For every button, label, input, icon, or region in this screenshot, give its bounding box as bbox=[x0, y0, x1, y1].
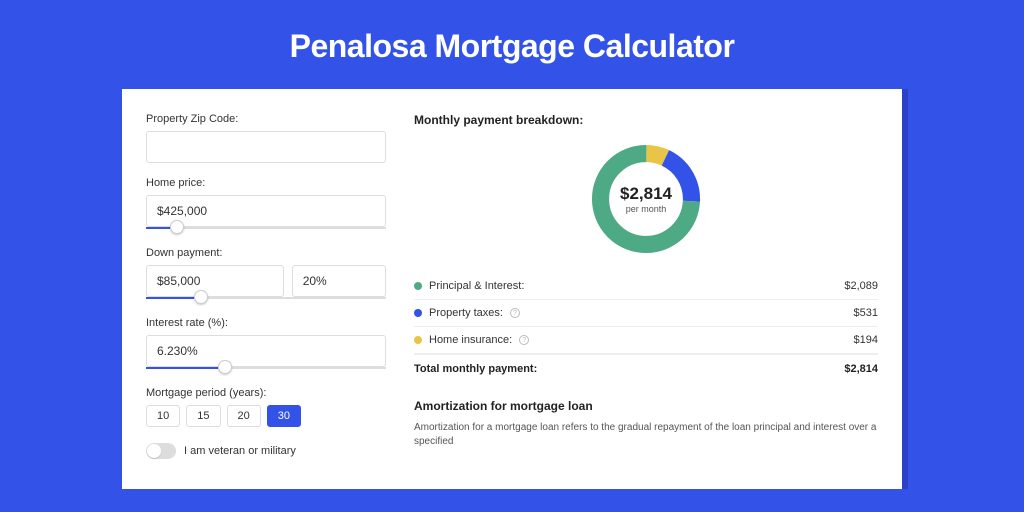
amortization-title: Amortization for mortgage loan bbox=[414, 399, 878, 413]
period-group: Mortgage period (years): 10 15 20 30 bbox=[146, 387, 386, 427]
amortization-text: Amortization for a mortgage loan refers … bbox=[414, 421, 878, 449]
home-price-label: Home price: bbox=[146, 177, 386, 189]
donut-chart: $2,814 per month bbox=[586, 139, 706, 259]
breakdown-row-insurance: Home insurance: ? $194 bbox=[414, 327, 878, 354]
info-icon[interactable]: ? bbox=[510, 308, 520, 318]
zip-field-group: Property Zip Code: bbox=[146, 113, 386, 163]
home-price-group: Home price: bbox=[146, 177, 386, 233]
down-payment-group: Down payment: bbox=[146, 247, 386, 303]
breakdown-label: Property taxes: bbox=[429, 307, 503, 319]
zip-label: Property Zip Code: bbox=[146, 113, 386, 125]
donut-center: $2,814 per month bbox=[620, 184, 672, 214]
veteran-label: I am veteran or military bbox=[184, 445, 296, 457]
period-label: Mortgage period (years): bbox=[146, 387, 386, 399]
total-row: Total monthly payment: $2,814 bbox=[414, 354, 878, 383]
interest-rate-slider[interactable] bbox=[146, 365, 386, 373]
breakdown-value: $531 bbox=[854, 307, 878, 319]
period-row: 10 15 20 30 bbox=[146, 405, 386, 427]
down-payment-slider[interactable] bbox=[146, 295, 386, 303]
zip-input[interactable] bbox=[146, 131, 386, 163]
breakdown-label: Home insurance: bbox=[429, 334, 512, 346]
dot-icon-green bbox=[414, 282, 422, 290]
breakdown-label: Principal & Interest: bbox=[429, 280, 524, 292]
dot-icon-yellow bbox=[414, 336, 422, 344]
period-option-10[interactable]: 10 bbox=[146, 405, 180, 427]
donut-wrap: $2,814 per month bbox=[414, 139, 878, 259]
breakdown-title: Monthly payment breakdown: bbox=[414, 113, 878, 127]
veteran-toggle[interactable] bbox=[146, 443, 176, 459]
total-value: $2,814 bbox=[844, 363, 878, 375]
down-payment-amount-input[interactable] bbox=[146, 265, 284, 297]
interest-rate-group: Interest rate (%): bbox=[146, 317, 386, 373]
breakdown-value: $2,089 bbox=[844, 280, 878, 292]
breakdown-column: Monthly payment breakdown: $2,814 per mo… bbox=[414, 113, 878, 489]
period-option-15[interactable]: 15 bbox=[186, 405, 220, 427]
donut-sub: per month bbox=[620, 204, 672, 214]
interest-rate-input[interactable] bbox=[146, 335, 386, 367]
dot-icon-blue bbox=[414, 309, 422, 317]
page-title: Penalosa Mortgage Calculator bbox=[0, 0, 1024, 89]
donut-amount: $2,814 bbox=[620, 184, 672, 204]
total-label: Total monthly payment: bbox=[414, 363, 537, 375]
form-column: Property Zip Code: Home price: Down paym… bbox=[146, 113, 386, 489]
breakdown-row-principal: Principal & Interest: $2,089 bbox=[414, 273, 878, 300]
period-option-20[interactable]: 20 bbox=[227, 405, 261, 427]
veteran-toggle-row: I am veteran or military bbox=[146, 443, 386, 459]
breakdown-value: $194 bbox=[854, 334, 878, 346]
info-icon[interactable]: ? bbox=[519, 335, 529, 345]
down-payment-label: Down payment: bbox=[146, 247, 386, 259]
breakdown-row-taxes: Property taxes: ? $531 bbox=[414, 300, 878, 327]
down-payment-percent-input[interactable] bbox=[292, 265, 386, 297]
interest-rate-label: Interest rate (%): bbox=[146, 317, 386, 329]
period-option-30[interactable]: 30 bbox=[267, 405, 301, 427]
calculator-card: Property Zip Code: Home price: Down paym… bbox=[122, 89, 902, 489]
home-price-slider[interactable] bbox=[146, 225, 386, 233]
